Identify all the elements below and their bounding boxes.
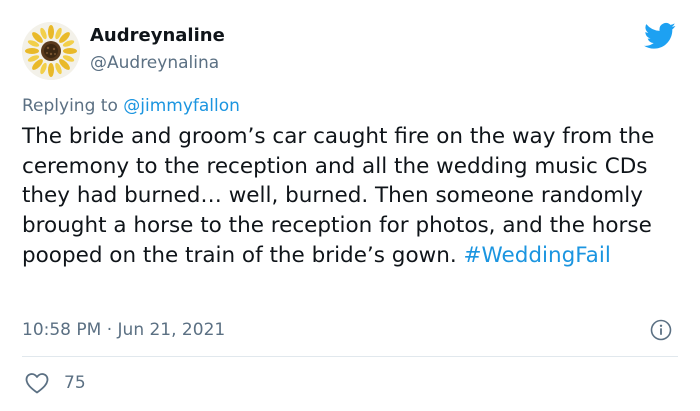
info-icon[interactable]	[650, 319, 672, 341]
sunflower-avatar-icon	[22, 22, 80, 80]
divider	[22, 356, 678, 357]
tweet-timestamp[interactable]: 10:58 PM · Jun 21, 2021	[22, 318, 225, 342]
heart-icon[interactable]	[24, 371, 50, 395]
author-block[interactable]: Audreynaline @Audreynalina	[90, 24, 225, 75]
tweet-body: The bride and groom’s car caught fire on…	[22, 122, 682, 271]
like-action[interactable]: 75	[24, 371, 86, 395]
like-count: 75	[64, 373, 86, 393]
tweet-card: Audreynaline @Audreynalina Replying to @…	[0, 0, 700, 411]
hashtag-link[interactable]: #WeddingFail	[464, 243, 611, 268]
replying-to-line: Replying to @jimmyfallon	[22, 94, 240, 118]
replying-to-prefix: Replying to	[22, 96, 124, 116]
author-display-name[interactable]: Audreynaline	[90, 24, 225, 48]
author-handle[interactable]: @Audreynalina	[90, 51, 225, 75]
twitter-bird-icon[interactable]	[644, 22, 676, 50]
avatar[interactable]	[22, 22, 80, 80]
mention-link[interactable]: @jimmyfallon	[123, 96, 240, 116]
